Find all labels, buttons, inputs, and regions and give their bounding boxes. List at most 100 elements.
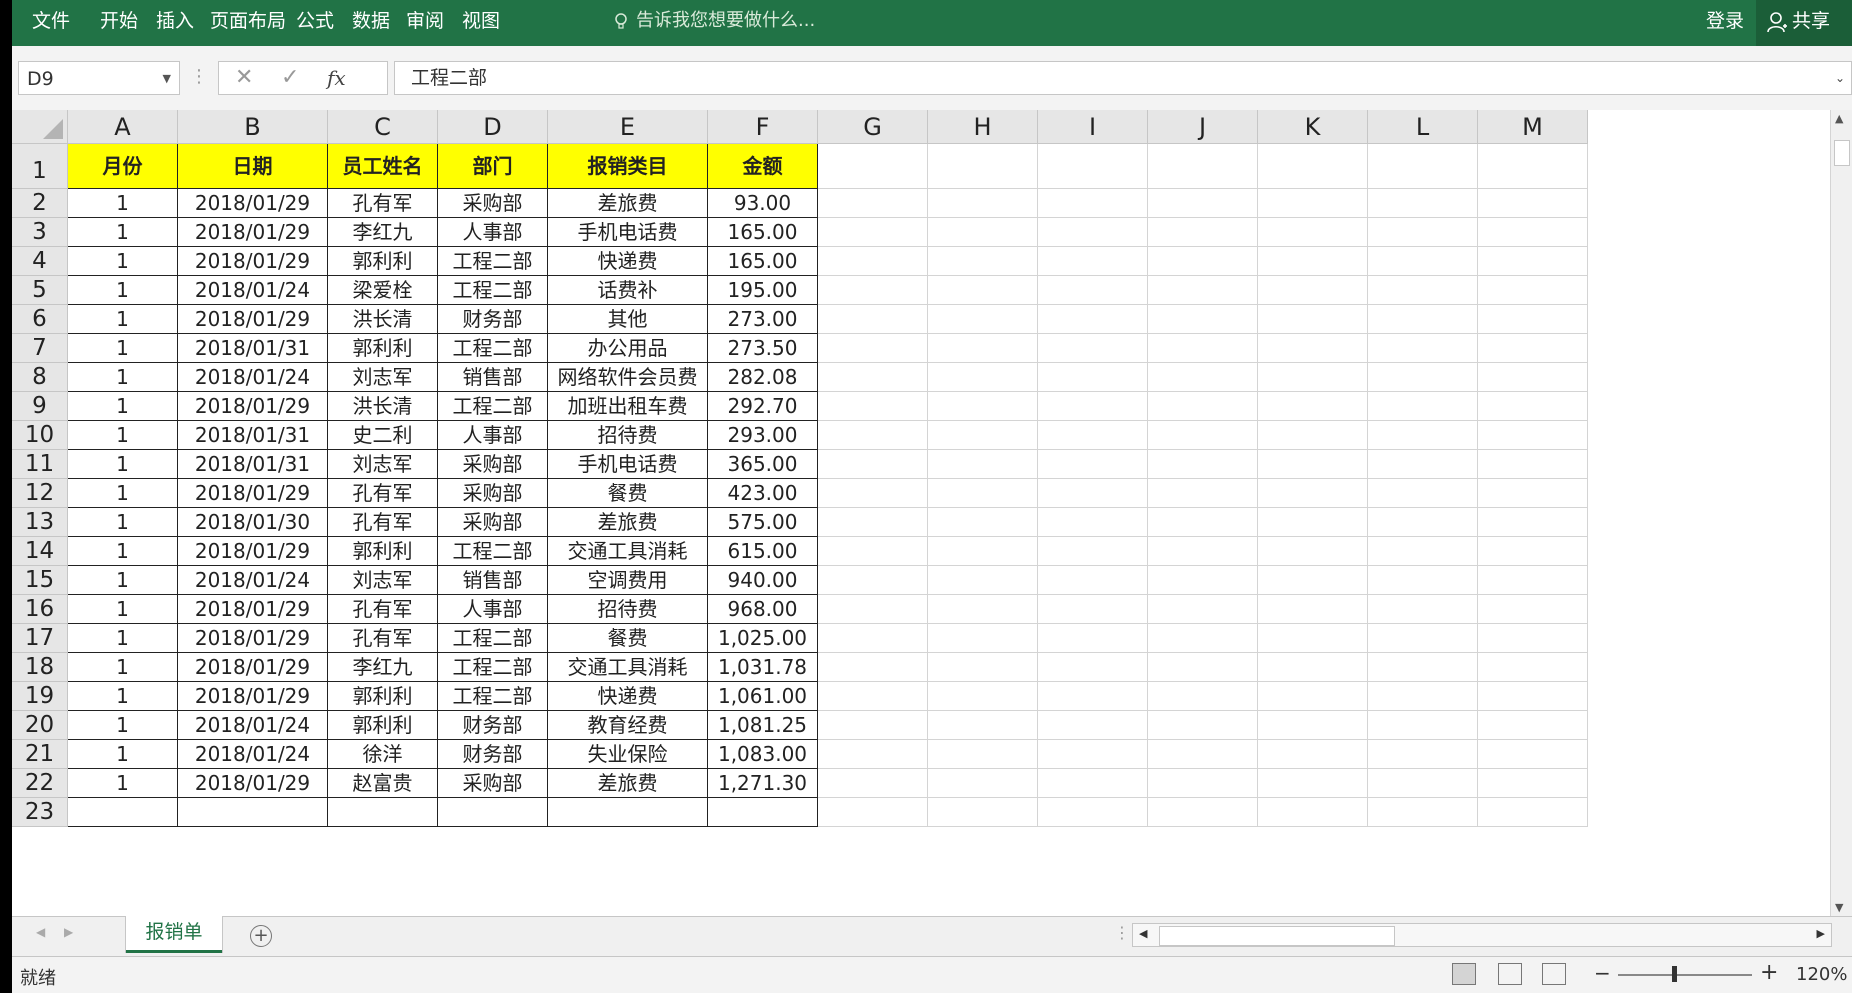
table-cell[interactable]: 2018/01/29 xyxy=(178,247,328,276)
empty-cell[interactable] xyxy=(1148,421,1258,450)
table-cell[interactable]: 2018/01/29 xyxy=(178,218,328,247)
empty-cell[interactable] xyxy=(1038,144,1148,189)
empty-cell[interactable] xyxy=(818,537,928,566)
empty-cell[interactable] xyxy=(1368,682,1478,711)
table-cell[interactable]: 手机电话费 xyxy=(548,218,708,247)
empty-cell[interactable] xyxy=(928,218,1038,247)
empty-cell[interactable] xyxy=(1478,479,1588,508)
row-header[interactable]: 11 xyxy=(12,450,68,479)
empty-cell[interactable] xyxy=(1478,711,1588,740)
table-cell[interactable]: 1 xyxy=(68,682,178,711)
empty-cell[interactable] xyxy=(1148,769,1258,798)
table-cell[interactable]: 1,081.25 xyxy=(708,711,818,740)
empty-cell[interactable] xyxy=(1148,740,1258,769)
empty-cell[interactable] xyxy=(818,189,928,218)
table-cell[interactable]: 餐费 xyxy=(548,624,708,653)
table-cell[interactable]: 梁爱栓 xyxy=(328,276,438,305)
table-cell[interactable]: 2018/01/29 xyxy=(178,392,328,421)
empty-cell[interactable] xyxy=(1258,682,1368,711)
empty-cell[interactable] xyxy=(818,218,928,247)
empty-cell[interactable] xyxy=(1038,421,1148,450)
table-cell[interactable]: 615.00 xyxy=(708,537,818,566)
table-cell[interactable]: 2018/01/24 xyxy=(178,711,328,740)
empty-cell[interactable] xyxy=(1478,334,1588,363)
tab-data[interactable]: 数据 xyxy=(352,0,390,46)
empty-cell[interactable] xyxy=(1478,421,1588,450)
share-button[interactable]: 共享 xyxy=(1756,0,1852,46)
row-header[interactable]: 22 xyxy=(12,769,68,798)
empty-cell[interactable] xyxy=(818,595,928,624)
tell-me-box[interactable]: 告诉我您想要做什么... xyxy=(612,0,815,46)
empty-cell[interactable] xyxy=(1148,566,1258,595)
row-header[interactable]: 4 xyxy=(12,247,68,276)
vertical-scrollbar[interactable]: ▲ ▼ xyxy=(1830,110,1852,916)
empty-cell[interactable] xyxy=(928,624,1038,653)
tab-page-layout[interactable]: 页面布局 xyxy=(210,0,286,46)
table-cell[interactable]: 工程二部 xyxy=(438,537,548,566)
empty-cell[interactable] xyxy=(928,479,1038,508)
row-header[interactable]: 14 xyxy=(12,537,68,566)
row-header[interactable]: 8 xyxy=(12,363,68,392)
tab-file[interactable]: 文件 xyxy=(32,0,70,46)
table-cell[interactable]: 2018/01/29 xyxy=(178,189,328,218)
empty-cell[interactable] xyxy=(818,769,928,798)
tab-view[interactable]: 视图 xyxy=(462,0,500,46)
empty-cell[interactable] xyxy=(928,363,1038,392)
table-cell[interactable]: 2018/01/31 xyxy=(178,450,328,479)
empty-cell[interactable] xyxy=(1038,653,1148,682)
empty-cell[interactable] xyxy=(928,276,1038,305)
table-cell[interactable]: 加班出租车费 xyxy=(548,392,708,421)
empty-cell[interactable] xyxy=(1038,508,1148,537)
table-cell[interactable]: 2018/01/29 xyxy=(178,769,328,798)
empty-cell[interactable] xyxy=(1478,769,1588,798)
scroll-up-icon[interactable]: ▲ xyxy=(1835,112,1843,125)
table-cell[interactable]: 1 xyxy=(68,247,178,276)
empty-cell[interactable] xyxy=(1368,711,1478,740)
scroll-left-icon[interactable]: ◀ xyxy=(1139,927,1147,940)
empty-cell[interactable] xyxy=(928,247,1038,276)
table-cell[interactable]: 洪长清 xyxy=(328,305,438,334)
select-all-button[interactable] xyxy=(12,110,68,144)
scroll-down-icon[interactable]: ▼ xyxy=(1835,901,1843,914)
table-cell[interactable]: 273.50 xyxy=(708,334,818,363)
column-header-e[interactable]: E xyxy=(548,110,708,144)
table-cell[interactable]: 2018/01/29 xyxy=(178,305,328,334)
table-cell[interactable]: 销售部 xyxy=(438,566,548,595)
table-header-cell[interactable]: 员工姓名 xyxy=(328,144,438,189)
table-cell[interactable]: 洪长清 xyxy=(328,392,438,421)
row-header[interactable]: 15 xyxy=(12,566,68,595)
empty-cell[interactable] xyxy=(1258,595,1368,624)
empty-cell[interactable] xyxy=(818,566,928,595)
empty-cell[interactable] xyxy=(1258,740,1368,769)
table-cell[interactable]: 人事部 xyxy=(438,421,548,450)
zoom-slider-knob[interactable] xyxy=(1672,966,1677,982)
table-cell[interactable]: 刘志军 xyxy=(328,363,438,392)
table-cell[interactable]: 2018/01/29 xyxy=(178,624,328,653)
empty-cell[interactable] xyxy=(1148,247,1258,276)
empty-cell[interactable] xyxy=(1038,479,1148,508)
empty-cell[interactable] xyxy=(1478,247,1588,276)
empty-cell[interactable] xyxy=(1148,537,1258,566)
empty-cell[interactable] xyxy=(928,595,1038,624)
column-header-j[interactable]: J xyxy=(1148,110,1258,144)
table-cell[interactable]: 财务部 xyxy=(438,740,548,769)
table-cell[interactable]: 2018/01/31 xyxy=(178,334,328,363)
empty-cell[interactable] xyxy=(818,508,928,537)
row-header[interactable]: 10 xyxy=(12,421,68,450)
table-cell[interactable]: 李红九 xyxy=(328,653,438,682)
empty-cell[interactable] xyxy=(1038,711,1148,740)
table-cell[interactable]: 1,083.00 xyxy=(708,740,818,769)
table-cell[interactable] xyxy=(438,798,548,827)
table-cell[interactable]: 293.00 xyxy=(708,421,818,450)
empty-cell[interactable] xyxy=(928,682,1038,711)
zoom-slider[interactable] xyxy=(1618,974,1752,976)
empty-cell[interactable] xyxy=(928,189,1038,218)
empty-cell[interactable] xyxy=(818,450,928,479)
empty-cell[interactable] xyxy=(1368,653,1478,682)
empty-cell[interactable] xyxy=(1258,392,1368,421)
empty-cell[interactable] xyxy=(1478,682,1588,711)
empty-cell[interactable] xyxy=(1478,537,1588,566)
empty-cell[interactable] xyxy=(1038,537,1148,566)
empty-cell[interactable] xyxy=(928,508,1038,537)
column-header-g[interactable]: G xyxy=(818,110,928,144)
